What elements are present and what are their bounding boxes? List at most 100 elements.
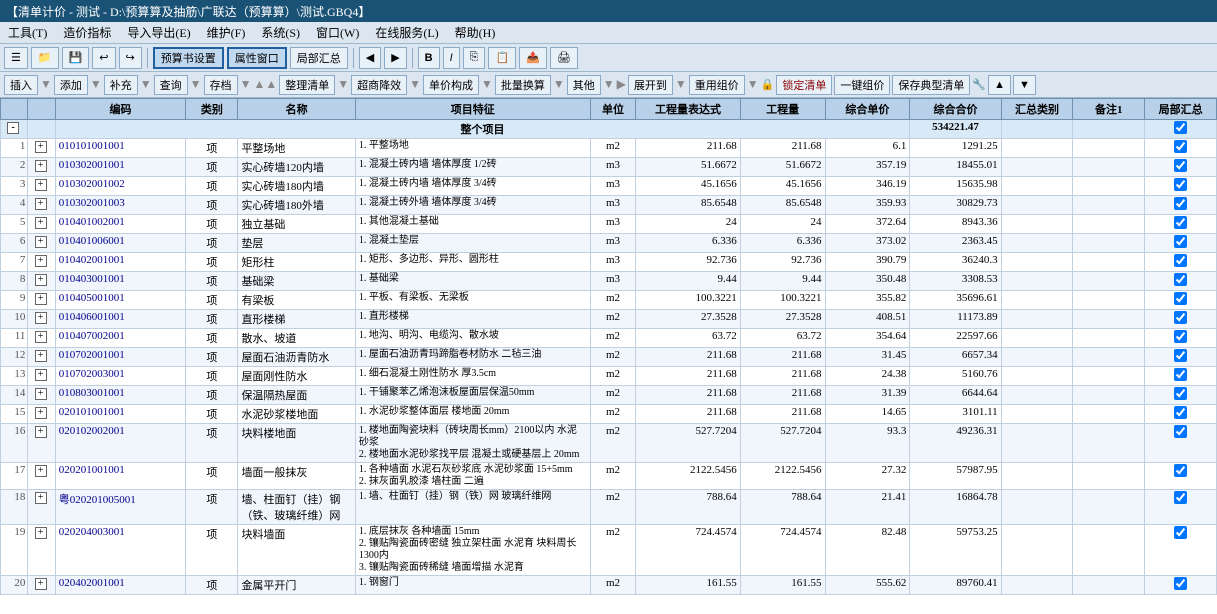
mingcheng-cell[interactable]: 矩形柱 xyxy=(238,253,355,272)
biaodashi-cell[interactable]: 211.68 xyxy=(636,386,740,405)
mingcheng-cell[interactable]: 保温隔热屋面 xyxy=(238,386,355,405)
zonghejiage-cell[interactable]: 11173.89 xyxy=(910,310,1001,329)
gongchengliang-cell[interactable]: 85.6548 xyxy=(740,196,825,215)
mingcheng-cell[interactable]: 墙、柱面钉（挂）钢（铁、玻璃纤维）网 xyxy=(238,490,355,525)
expand-btn-10[interactable]: + xyxy=(35,331,47,343)
beizhu-cell[interactable] xyxy=(1073,424,1145,463)
beizhu-cell[interactable] xyxy=(1073,463,1145,490)
btn-charu[interactable]: 插入 xyxy=(4,75,38,95)
jubuhui-cell[interactable] xyxy=(1145,329,1217,348)
zonghedanjia-cell[interactable]: 354.64 xyxy=(825,329,910,348)
jubuhui-cell[interactable] xyxy=(1145,525,1217,576)
zonghedanjia-cell[interactable]: 31.45 xyxy=(825,348,910,367)
gongchengliang-cell[interactable]: 211.68 xyxy=(740,386,825,405)
expand-btn-12[interactable]: + xyxy=(35,369,47,381)
jubuhui-cell[interactable] xyxy=(1145,272,1217,291)
zonghejiage-cell[interactable]: 6657.34 xyxy=(910,348,1001,367)
btn-cundang[interactable]: 存档 xyxy=(204,75,238,95)
xiangmu-cell[interactable]: 1. 基础梁 xyxy=(355,272,590,291)
menu-weihu[interactable]: 维护(F) xyxy=(203,23,250,42)
gongchengliang-cell[interactable]: 211.68 xyxy=(740,139,825,158)
bianhao-cell[interactable]: 010401006001 xyxy=(55,234,185,253)
biaodashi-cell[interactable]: 211.68 xyxy=(636,139,740,158)
zonghejiage-cell[interactable]: 5160.76 xyxy=(910,367,1001,386)
mingcheng-cell[interactable]: 墙面一般抹灰 xyxy=(238,463,355,490)
gongchengliang-cell[interactable]: 211.68 xyxy=(740,367,825,386)
biaodashi-cell[interactable]: 100.3221 xyxy=(636,291,740,310)
jubuhui-checkbox-13[interactable] xyxy=(1174,387,1187,400)
expand-btn-14[interactable]: + xyxy=(35,407,47,419)
jubuhui-cell[interactable] xyxy=(1145,253,1217,272)
mingcheng-cell[interactable]: 实心砖墙120内墙 xyxy=(238,158,355,177)
total-collapse[interactable]: - xyxy=(1,120,28,139)
expand-btn-2[interactable]: + xyxy=(35,179,47,191)
btn-print[interactable]: 🖨 xyxy=(550,47,578,69)
beizhu-cell[interactable] xyxy=(1073,576,1145,595)
mingcheng-cell[interactable]: 块料楼地面 xyxy=(238,424,355,463)
zonghejiage-cell[interactable]: 22597.66 xyxy=(910,329,1001,348)
xiangmu-cell[interactable]: 1. 细石混凝土刚性防水 厚3.5cm xyxy=(355,367,590,386)
gongchengliang-cell[interactable]: 6.336 xyxy=(740,234,825,253)
mingcheng-cell[interactable]: 基础梁 xyxy=(238,272,355,291)
beizhu-cell[interactable] xyxy=(1073,177,1145,196)
bianhao-cell[interactable]: 020204003001 xyxy=(55,525,185,576)
jubuhui-cell[interactable] xyxy=(1145,234,1217,253)
beizhu-cell[interactable] xyxy=(1073,234,1145,253)
bianhao-cell[interactable]: 010407002001 xyxy=(55,329,185,348)
expand-btn-11[interactable]: + xyxy=(35,350,47,362)
bianhao-cell[interactable]: 010101001001 xyxy=(55,139,185,158)
beizhu-cell[interactable] xyxy=(1073,196,1145,215)
jubuhui-cell[interactable] xyxy=(1145,215,1217,234)
btn-danjiagoucheng[interactable]: 单价构成 xyxy=(423,75,479,95)
btn-qita[interactable]: 其他 xyxy=(567,75,601,95)
gongchengliang-cell[interactable]: 527.7204 xyxy=(740,424,825,463)
zonghedanjia-cell[interactable]: 359.93 xyxy=(825,196,910,215)
btn-yijian-zujia[interactable]: 一键组价 xyxy=(834,75,890,95)
zonghejiage-cell[interactable]: 2363.45 xyxy=(910,234,1001,253)
zonghedanjia-cell[interactable]: 14.65 xyxy=(825,405,910,424)
zonghejiage-cell[interactable]: 16864.78 xyxy=(910,490,1001,525)
btn-copy[interactable]: ⎘ xyxy=(463,47,486,69)
jubuhui-checkbox-18[interactable] xyxy=(1174,526,1187,539)
biaodashi-cell[interactable]: 211.68 xyxy=(636,348,740,367)
zonghejiage-cell[interactable]: 36240.3 xyxy=(910,253,1001,272)
zonghedanjia-cell[interactable]: 31.39 xyxy=(825,386,910,405)
jubuhui-cell[interactable] xyxy=(1145,310,1217,329)
zonghejiage-cell[interactable]: 49236.31 xyxy=(910,424,1001,463)
jubuhui-cell[interactable] xyxy=(1145,405,1217,424)
xiangmu-cell[interactable]: 1. 混凝土砖内墙 墙体厚度 1/2砖 xyxy=(355,158,590,177)
xiangmu-cell[interactable]: 1. 混凝土砖内墙 墙体厚度 3/4砖 xyxy=(355,177,590,196)
mingcheng-cell[interactable]: 平整场地 xyxy=(238,139,355,158)
gongchengliang-cell[interactable]: 27.3528 xyxy=(740,310,825,329)
btn-tianjiia[interactable]: 添加 xyxy=(54,75,88,95)
jubuhui-checkbox-6[interactable] xyxy=(1174,254,1187,267)
zonghedanjia-cell[interactable]: 555.62 xyxy=(825,576,910,595)
gongchengliang-cell[interactable]: 9.44 xyxy=(740,272,825,291)
expand-btn-1[interactable]: + xyxy=(35,160,47,172)
jubuhui-checkbox-3[interactable] xyxy=(1174,197,1187,210)
expand-btn-18[interactable]: + xyxy=(35,527,47,539)
beizhu-cell[interactable] xyxy=(1073,490,1145,525)
xiangmu-cell[interactable]: 1. 混凝土垫层 xyxy=(355,234,590,253)
beizhu-cell[interactable] xyxy=(1073,158,1145,177)
xiangmu-cell[interactable]: 1. 平板、有梁板、无梁板 xyxy=(355,291,590,310)
beizhu-cell[interactable] xyxy=(1073,139,1145,158)
xiangmu-cell[interactable]: 1. 各种墙面 水泥石灰砂浆底 水泥砂浆面 15+5mm 2. 抹灰面乳胶漆 墙… xyxy=(355,463,590,490)
expand-btn-0[interactable]: + xyxy=(35,141,47,153)
beizhu-cell[interactable] xyxy=(1073,329,1145,348)
zonghedanjia-cell[interactable]: 24.38 xyxy=(825,367,910,386)
zonghejiage-cell[interactable]: 59753.25 xyxy=(910,525,1001,576)
xiangmu-cell[interactable]: 1. 直形楼梯 xyxy=(355,310,590,329)
bianhao-cell[interactable]: 020402001001 xyxy=(55,576,185,595)
mingcheng-cell[interactable]: 实心砖墙180外墙 xyxy=(238,196,355,215)
bianhao-cell[interactable]: 010702003001 xyxy=(55,367,185,386)
xiangmu-cell[interactable]: 1. 水泥砂浆整体面层 楼地面 20mm xyxy=(355,405,590,424)
zonghedanjia-cell[interactable]: 350.48 xyxy=(825,272,910,291)
biaodashi-cell[interactable]: 211.68 xyxy=(636,405,740,424)
zonghedanjia-cell[interactable]: 346.19 xyxy=(825,177,910,196)
mingcheng-cell[interactable]: 块料墙面 xyxy=(238,525,355,576)
zonghedanjia-cell[interactable]: 6.1 xyxy=(825,139,910,158)
beizhu-cell[interactable] xyxy=(1073,272,1145,291)
biaodashi-cell[interactable]: 85.6548 xyxy=(636,196,740,215)
zonghedanjia-cell[interactable]: 357.19 xyxy=(825,158,910,177)
